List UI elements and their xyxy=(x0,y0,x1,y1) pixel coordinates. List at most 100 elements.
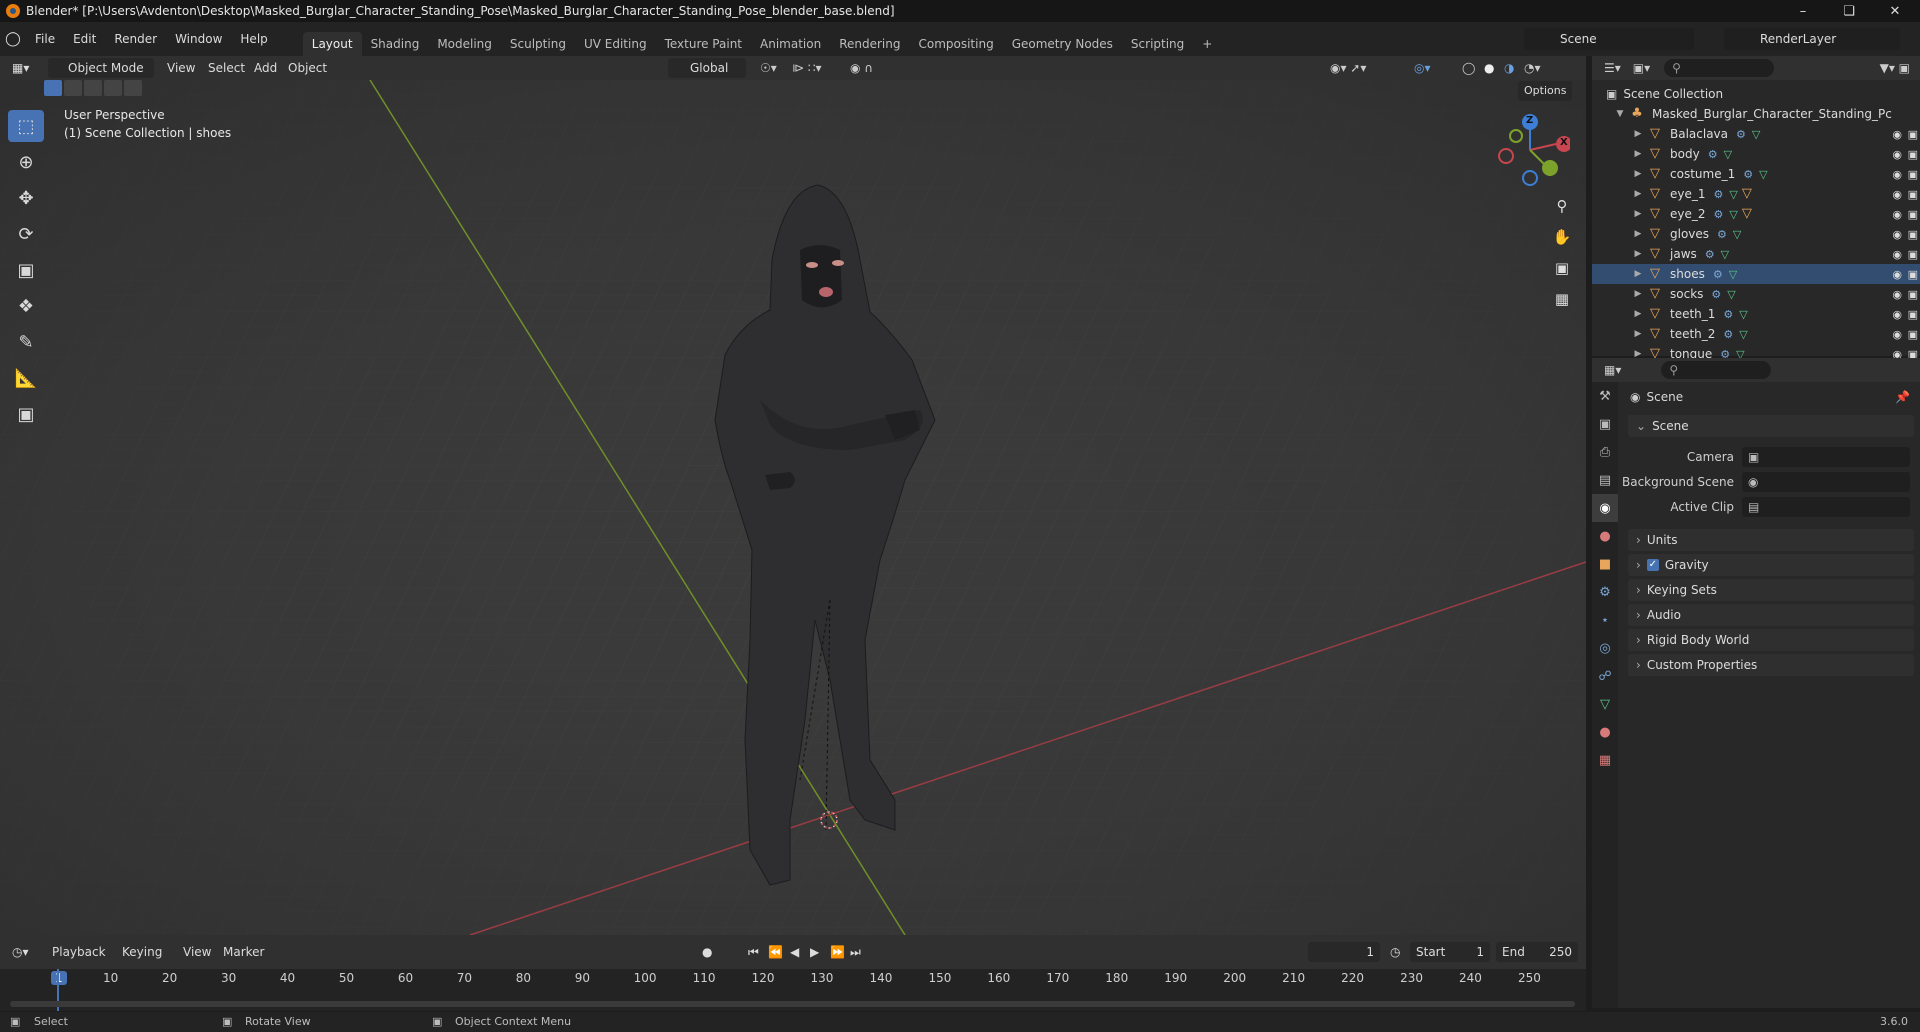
visibility-eye-icon[interactable]: ◉ xyxy=(1892,328,1902,341)
tab-animation[interactable]: Animation xyxy=(751,32,830,56)
filter-icon[interactable]: ▼▾ ▣ xyxy=(1880,61,1910,75)
outliner-editor-icon[interactable]: ☰▾ xyxy=(1604,61,1621,75)
record-icon[interactable]: ● xyxy=(702,942,712,962)
pan-hand-icon[interactable]: ✋ xyxy=(1548,223,1576,251)
visibility-eye-icon[interactable]: ◉ xyxy=(1892,248,1902,261)
tab-sculpting[interactable]: Sculpting xyxy=(501,32,575,56)
keying-sets-panel-header[interactable]: › Keying Sets xyxy=(1628,579,1914,601)
viewport-menu-object[interactable]: Object xyxy=(288,58,327,78)
zoom-icon[interactable]: ⚲ xyxy=(1548,192,1576,220)
move-tool-icon[interactable]: ✥ xyxy=(8,182,44,214)
timeline-scrollbar[interactable] xyxy=(10,1001,1575,1007)
outliner-row-jaws[interactable]: ▶ ▽ jaws ⚙ ▽ ◉ ▣ xyxy=(1592,244,1920,264)
menu-render[interactable]: Render xyxy=(105,22,166,56)
shading-material-icon[interactable]: ◑ xyxy=(1504,58,1514,78)
scene-collection-row[interactable]: ▣ Scene Collection xyxy=(1592,84,1920,104)
scale-tool-icon[interactable]: ▣ xyxy=(8,254,44,286)
object-mode-dropdown[interactable]: Object Mode xyxy=(48,58,154,78)
menu-edit[interactable]: Edit xyxy=(64,22,105,56)
physics-tab-icon[interactable]: ◎ xyxy=(1592,634,1618,662)
select-extend-icon[interactable] xyxy=(64,80,82,96)
background-scene-field[interactable]: ◉ xyxy=(1742,472,1910,492)
close-window-button[interactable]: ✕ xyxy=(1872,0,1918,22)
end-frame-field[interactable]: End 250 xyxy=(1496,942,1578,962)
tab-rendering[interactable]: Rendering xyxy=(830,32,909,56)
tab-layout[interactable]: Layout xyxy=(302,32,362,56)
timeline-editor-icon[interactable]: ◷▾ xyxy=(12,942,29,962)
3d-viewport[interactable]: User Perspective (1) Scene Collection | … xyxy=(0,80,1586,935)
visibility-eye-icon[interactable]: ◉ xyxy=(1892,308,1902,321)
select-subtract-icon[interactable] xyxy=(84,80,102,96)
timeline-menu-keying[interactable]: Keying xyxy=(122,942,162,962)
camera-field[interactable]: ▣ xyxy=(1742,447,1910,467)
viewport-menu-add[interactable]: Add xyxy=(254,58,277,78)
select-new-icon[interactable] xyxy=(44,80,62,96)
scene-panel-header[interactable]: ⌄ Scene xyxy=(1628,415,1914,437)
outliner-row-teeth-2[interactable]: ▶ ▽ teeth_2 ⚙ ▽ ◉ ▣ xyxy=(1592,324,1920,344)
modifiers-tab-icon[interactable]: ⚙ xyxy=(1592,578,1618,606)
render-camera-icon[interactable]: ▣ xyxy=(1908,308,1918,321)
properties-search-icon[interactable]: ⚲ xyxy=(1661,361,1772,379)
timeline-menu-playback[interactable]: Playback xyxy=(52,942,106,962)
annotate-tool-icon[interactable]: ✎ xyxy=(8,326,44,358)
outliner-row-shoes[interactable]: ▶ ▽ shoes ⚙ ▽ ◉ ▣ xyxy=(1592,264,1920,284)
select-intersect-icon[interactable] xyxy=(124,80,142,96)
visibility-eye-icon[interactable]: ◉ xyxy=(1892,228,1902,241)
overlays-icon[interactable]: ◎▾ xyxy=(1414,58,1431,78)
prev-keyframe-icon[interactable]: ⏪ xyxy=(768,942,783,962)
shading-wireframe-icon[interactable]: ◯ xyxy=(1462,58,1475,78)
visibility-eye-icon[interactable]: ◉ xyxy=(1892,268,1902,281)
jump-end-icon[interactable]: ⏭ xyxy=(850,942,861,962)
outliner-row-body[interactable]: ▶ ▽ body ⚙ ▽ ◉ ▣ xyxy=(1592,144,1920,164)
visibility-eye-icon[interactable]: ◉ xyxy=(1892,208,1902,221)
properties-editor-icon[interactable]: ▦▾ xyxy=(1604,363,1621,377)
play-icon[interactable]: ▶ xyxy=(810,942,819,962)
render-camera-icon[interactable]: ▣ xyxy=(1908,228,1918,241)
render-camera-icon[interactable]: ▣ xyxy=(1908,268,1918,281)
snap-icon[interactable]: ⧐ ∷▾ xyxy=(792,58,821,78)
tab-geometry-nodes[interactable]: Geometry Nodes xyxy=(1003,32,1122,56)
menu-help[interactable]: Help xyxy=(231,22,276,56)
render-camera-icon[interactable]: ▣ xyxy=(1908,188,1918,201)
outliner-row-eye-1[interactable]: ▶ ▽ eye_1 ⚙ ▽ ▽ ◉ ▣ xyxy=(1592,184,1920,204)
render-camera-icon[interactable]: ▣ xyxy=(1908,288,1918,301)
viewport-menu-select[interactable]: Select xyxy=(208,58,245,78)
outliner-row-eye-2[interactable]: ▶ ▽ eye_2 ⚙ ▽ ▽ ◉ ▣ xyxy=(1592,204,1920,224)
material-tab-icon[interactable]: ● xyxy=(1592,718,1618,746)
render-camera-icon[interactable]: ▣ xyxy=(1908,328,1918,341)
options-dropdown[interactable]: Options xyxy=(1518,81,1573,101)
select-invert-icon[interactable] xyxy=(104,80,122,96)
visibility-eye-icon[interactable]: ◉ xyxy=(1892,168,1902,181)
blender-menu-icon[interactable]: ◯ xyxy=(0,31,26,47)
rotate-tool-icon[interactable]: ⟳ xyxy=(8,218,44,250)
timeline-menu-view[interactable]: View xyxy=(183,942,211,962)
visibility-eye-icon[interactable]: ◉ xyxy=(1892,148,1902,161)
play-reverse-icon[interactable]: ◀ xyxy=(790,942,799,962)
outliner-row-gloves[interactable]: ▶ ▽ gloves ⚙ ▽ ◉ ▣ xyxy=(1592,224,1920,244)
scene-selector[interactable]: Scene xyxy=(1524,28,1694,50)
shading-rendered-icon[interactable]: ◔▾ xyxy=(1524,58,1541,78)
view-layer-tab-icon[interactable]: ▤ xyxy=(1592,466,1618,494)
collection-row[interactable]: ▼ ♣ Masked_Burglar_Character_Standing_Pc xyxy=(1592,104,1920,124)
tab-scripting[interactable]: Scripting xyxy=(1122,32,1193,56)
outliner-row-socks[interactable]: ▶ ▽ socks ⚙ ▽ ◉ ▣ xyxy=(1592,284,1920,304)
scene-tab-icon[interactable]: ◉ xyxy=(1592,494,1618,522)
outliner-row-teeth-1[interactable]: ▶ ▽ teeth_1 ⚙ ▽ ◉ ▣ xyxy=(1592,304,1920,324)
collapse-triangle-icon[interactable]: ▼ xyxy=(1614,109,1626,119)
render-camera-icon[interactable]: ▣ xyxy=(1908,168,1918,181)
object-tab-icon[interactable]: ■ xyxy=(1592,550,1618,578)
render-camera-icon[interactable]: ▣ xyxy=(1908,248,1918,261)
particles-tab-icon[interactable]: ⋆ xyxy=(1592,606,1618,634)
maximize-button[interactable]: ❏ xyxy=(1826,0,1872,22)
menu-file[interactable]: File xyxy=(26,22,64,56)
transform-orientation-dropdown[interactable]: Global xyxy=(668,58,746,78)
timeline-menu-marker[interactable]: Marker xyxy=(223,942,264,962)
data-tab-icon[interactable]: ▽ xyxy=(1592,690,1618,718)
start-frame-field[interactable]: Start 1 xyxy=(1410,942,1490,962)
outliner-search-icon[interactable]: ⚲ xyxy=(1664,59,1775,77)
constraints-tab-icon[interactable]: ☍ xyxy=(1592,662,1618,690)
render-camera-icon[interactable]: ▣ xyxy=(1908,208,1918,221)
visibility-eye-icon[interactable]: ◉ xyxy=(1892,288,1902,301)
timeline-area[interactable]: 1102030405060708090100110120130140150160… xyxy=(0,969,1586,1011)
visibility-eye-icon[interactable]: ◉ xyxy=(1892,188,1902,201)
